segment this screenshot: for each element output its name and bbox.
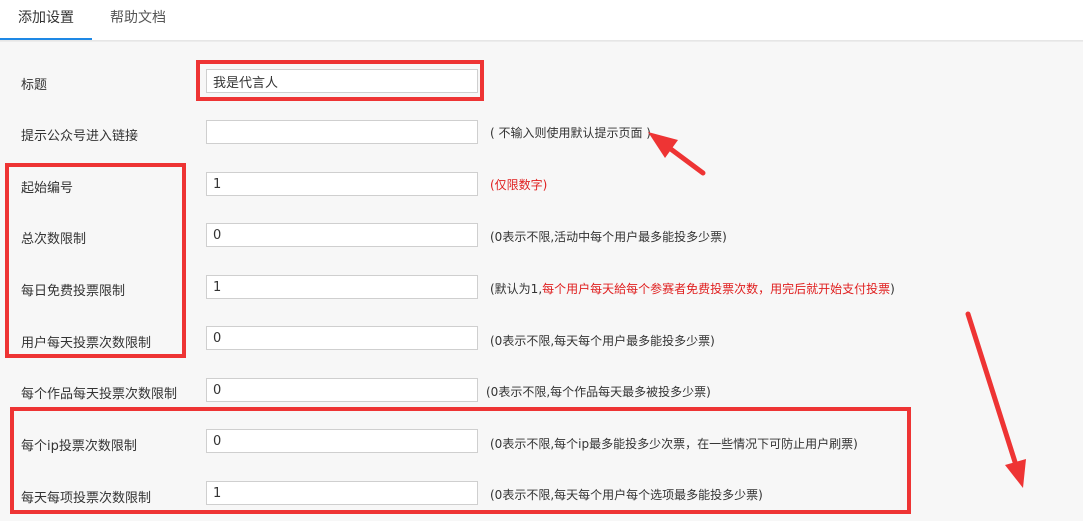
total-limit-label: 总次数限制: [21, 232, 87, 247]
daily-free-limit-hint: (默认为1,每个用户每天給每个参赛者免费投票次数，用完后就开始支付投票): [490, 280, 895, 297]
hint-prefix: (默认为1,: [490, 282, 543, 296]
total-limit-hint: (0表示不限,活动中每个用户最多能投多少票): [490, 230, 727, 244]
user-daily-limit-label: 用户每天投票次数限制: [21, 336, 152, 351]
ip-limit-input[interactable]: [206, 429, 478, 453]
ip-limit-hint: (0表示不限,每个ip最多能投多少次票，在一些情况下可防止用户刷票): [490, 437, 858, 451]
total-limit-input[interactable]: [206, 223, 478, 247]
entry-link-input[interactable]: [206, 120, 478, 144]
tab-bar: 添加设置 帮助文档: [0, 0, 1083, 41]
tab-help-docs[interactable]: 帮助文档: [92, 0, 184, 40]
title-label: 标题: [21, 78, 48, 93]
hint-red-text: 每个用户每天給每个参赛者免费投票次数，用完后就开始支付投票: [542, 282, 891, 296]
work-daily-limit-hint: (0表示不限,每个作品每天最多被投多少票): [486, 385, 711, 399]
item-daily-limit-label: 每天每项投票次数限制: [21, 491, 152, 506]
daily-free-limit-label: 每日免费投票限制: [21, 284, 126, 299]
item-daily-limit-hint: (0表示不限,每天每个用户每个选项最多能投多少票): [490, 488, 763, 502]
start-number-label: 起始编号: [21, 181, 74, 196]
item-daily-limit-input[interactable]: [206, 481, 478, 505]
user-daily-limit-input[interactable]: [206, 326, 478, 350]
user-daily-limit-hint: (0表示不限,每天每个用户最多能投多少票): [490, 334, 715, 348]
work-daily-limit-input[interactable]: [206, 378, 478, 402]
start-number-hint: (仅限数字): [490, 178, 548, 192]
tab-add-settings[interactable]: 添加设置: [0, 0, 92, 40]
entry-link-hint: ( 不输入则使用默认提示页面 ): [490, 126, 651, 140]
daily-free-limit-input[interactable]: [206, 275, 478, 299]
title-input[interactable]: [206, 69, 478, 93]
work-daily-limit-label: 每个作品每天投票次数限制: [21, 387, 178, 402]
ip-limit-label: 每个ip投票次数限制: [21, 439, 137, 454]
start-number-input[interactable]: [206, 172, 478, 196]
hint-suffix: ): [890, 282, 895, 296]
entry-link-label: 提示公众号进入链接: [21, 129, 139, 144]
